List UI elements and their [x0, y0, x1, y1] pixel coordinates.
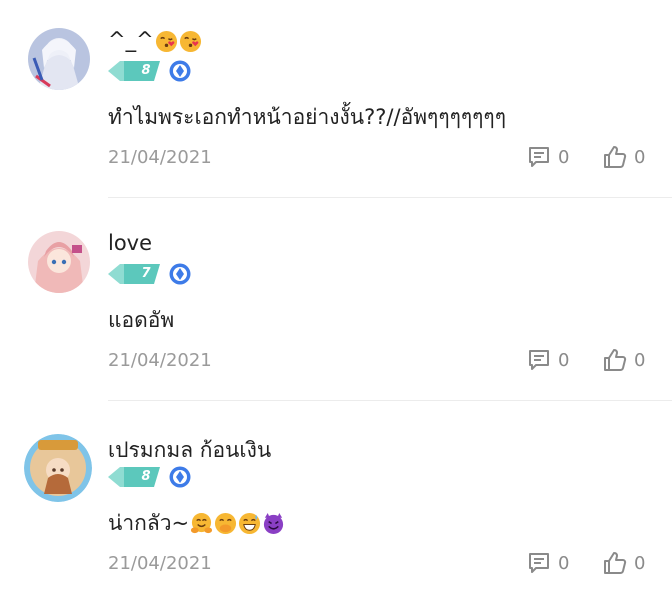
username[interactable]: เปรมกมล ก้อนเงิน — [108, 434, 271, 467]
level-number: 7 — [141, 266, 151, 281]
thumbs-up-icon — [602, 144, 628, 170]
like-button[interactable]: 0 — [602, 144, 645, 170]
vip-icon — [169, 60, 191, 82]
reply-count: 0 — [558, 349, 570, 371]
badge-row: 8 — [108, 465, 191, 489]
comment-text-body: น่ากลัว~ — [108, 511, 190, 535]
reply-button[interactable]: 0 — [526, 347, 569, 373]
comment-text: ทำไมพระเอกทำหน้าอย่างงั้น??//อัพๆๆๆๆๆๆๆ — [108, 101, 506, 134]
comment-text: แอดอัพ — [108, 304, 174, 337]
level-badge: 8 — [108, 61, 160, 81]
username-text: ^_^ — [108, 28, 154, 52]
reply-count: 0 — [558, 146, 570, 168]
comment-icon — [526, 144, 552, 170]
avatar[interactable] — [24, 434, 92, 502]
kissing-heart-emoji — [179, 30, 202, 53]
level-number: 8 — [141, 469, 151, 484]
reply-button[interactable]: 0 — [526, 550, 569, 576]
like-count: 0 — [634, 146, 646, 168]
divider — [108, 197, 672, 198]
comment-item: เปรมกมล ก้อนเงิน 8 น่ากลัว~ 21/04/2021 0… — [0, 406, 672, 609]
hand-over-mouth-emoji — [214, 512, 237, 535]
comment-text-body: ทำไมพระเอกทำหน้าอย่างงั้น??//อัพๆๆๆๆๆๆๆ — [108, 105, 506, 129]
smiling-devil-emoji — [262, 512, 285, 535]
level-badge: 7 — [108, 264, 160, 284]
vip-icon — [169, 466, 191, 488]
like-count: 0 — [634, 552, 646, 574]
comment-icon — [526, 550, 552, 576]
badge-row: 7 — [108, 262, 191, 286]
comment-date: 21/04/2021 — [108, 553, 212, 574]
comment-item: ^_^ 8 ทำไมพระเอกทำหน้าอย่างงั้น??//อัพๆๆ… — [0, 0, 672, 203]
like-button[interactable]: 0 — [602, 550, 645, 576]
hugging-emoji — [190, 512, 213, 535]
reply-count: 0 — [558, 552, 570, 574]
username-text: เปรมกมล ก้อนเงิน — [108, 438, 272, 462]
comment-date: 21/04/2021 — [108, 350, 212, 371]
kissing-heart-emoji — [155, 30, 178, 53]
comment-text: น่ากลัว~ — [108, 507, 285, 540]
username[interactable]: love — [108, 231, 152, 255]
avatar[interactable] — [28, 231, 90, 293]
comment-text-body: แอดอัพ — [108, 308, 175, 332]
divider — [108, 400, 672, 401]
badge-row: 8 — [108, 59, 191, 83]
avatar[interactable] — [28, 28, 90, 90]
thumbs-up-icon — [602, 347, 628, 373]
level-badge: 8 — [108, 467, 160, 487]
grinning-sweat-emoji — [238, 512, 261, 535]
thumbs-up-icon — [602, 550, 628, 576]
like-count: 0 — [634, 349, 646, 371]
comment-date: 21/04/2021 — [108, 147, 212, 168]
level-number: 8 — [141, 63, 151, 78]
like-button[interactable]: 0 — [602, 347, 645, 373]
username[interactable]: ^_^ — [108, 28, 202, 53]
vip-icon — [169, 263, 191, 285]
username-text: love — [108, 231, 153, 255]
comment-item: love 7 แอดอัพ 21/04/2021 0 0 — [0, 203, 672, 406]
comment-icon — [526, 347, 552, 373]
reply-button[interactable]: 0 — [526, 144, 569, 170]
